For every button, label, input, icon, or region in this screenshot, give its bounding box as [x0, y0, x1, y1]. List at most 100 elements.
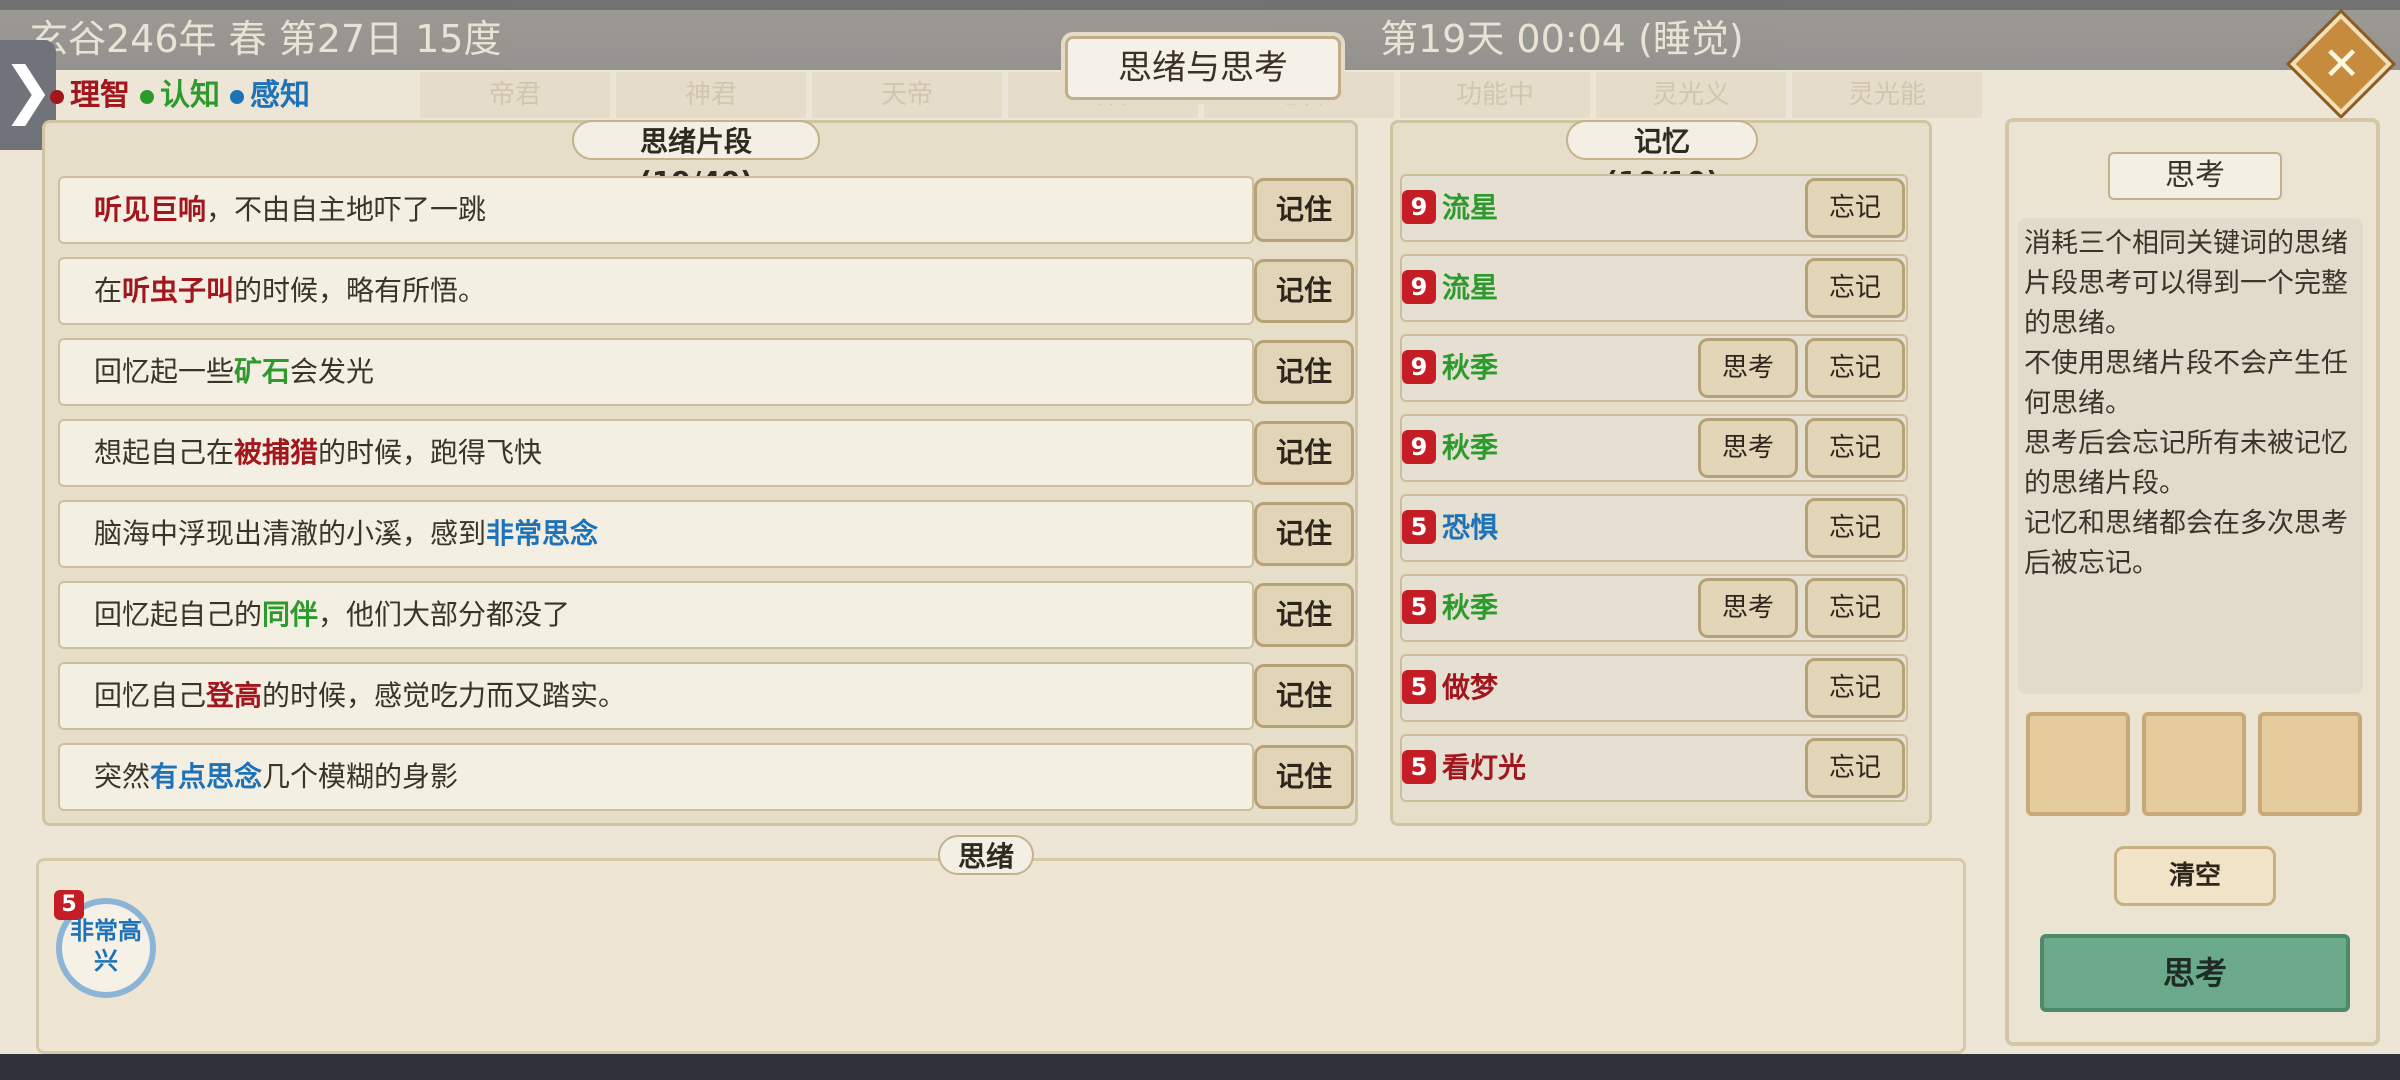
green-dot-icon — [140, 89, 154, 104]
close-icon: ✕ — [2322, 36, 2361, 91]
fragment-text: 突然有点思念几个模糊的身影 — [94, 743, 458, 811]
forget-button[interactable]: 忘记 — [1805, 498, 1905, 558]
clear-button[interactable]: 清空 — [2114, 846, 2276, 906]
memory-keyword: 做梦 — [1442, 671, 1499, 704]
description-line: 不使用思绪片段不会产生任何思绪。 — [2024, 348, 2348, 419]
memory-keyword: 秋季 — [1442, 351, 1499, 384]
thought-item[interactable]: 5 非常高兴 — [54, 890, 156, 998]
memory-level-badge: 5 — [1402, 590, 1436, 624]
remember-button[interactable]: 记住 — [1254, 745, 1354, 809]
hud-time: 第19天 00:04 (睡觉) — [1380, 17, 1744, 61]
blue-dot-icon — [230, 89, 244, 104]
fragment-keyword: 听虫子叫 — [122, 274, 235, 307]
forget-button[interactable]: 忘记 — [1805, 738, 1905, 798]
forget-button[interactable]: 忘记 — [1805, 658, 1905, 718]
remember-button[interactable]: 记住 — [1254, 583, 1354, 647]
ghost-tab: 功能中 — [1400, 72, 1590, 118]
memory-level-badge: 5 — [1402, 670, 1436, 704]
fragment-keyword: 登高 — [206, 679, 263, 712]
fragment-text: 回忆自己登高的时候，感觉吃力而又踏实。 — [94, 662, 626, 730]
fragment-text: 听见巨响，不由自主地吓了一跳 — [94, 176, 486, 244]
memory-row: 9 秋季 思考 忘记 — [1400, 334, 1908, 402]
forget-button[interactable]: 忘记 — [1805, 338, 1905, 398]
think-panel-title: 思考 — [2108, 152, 2282, 200]
forget-button[interactable]: 忘记 — [1805, 578, 1905, 638]
fragment-keyword: 矿石 — [234, 355, 291, 388]
fragment-text: 想起自己在被捕猎的时候，跑得飞快 — [94, 419, 542, 487]
memory-row: 5 做梦 忘记 — [1400, 654, 1908, 722]
fragment-keyword: 非常思念 — [486, 517, 599, 550]
memory-keyword: 看灯光 — [1442, 751, 1527, 784]
memory-level-badge: 5 — [1402, 750, 1436, 784]
fragment-post: 的时候，跑得飞快 — [318, 436, 543, 469]
chevron-right-icon: ❯ — [2, 53, 54, 126]
fragment-row: 回忆起自己的同伴，他们大部分都没了 记住 — [58, 581, 1354, 649]
description-line: 消耗三个相同关键词的思绪片段思考可以得到一个完整的思绪。 — [2024, 228, 2348, 339]
legend-label: 认知 — [160, 78, 220, 113]
fragment-keyword: 同伴 — [262, 598, 319, 631]
hud-date: 玄谷246年 春 第27日 15度 — [30, 17, 502, 61]
fragment-row: 突然有点思念几个模糊的身影 记住 — [58, 743, 1354, 811]
fragment-text: 回忆起自己的同伴，他们大部分都没了 — [94, 581, 570, 649]
thoughts-panel — [36, 858, 1966, 1054]
memory-header: 记忆(10/10) — [1566, 120, 1758, 198]
ghost-tab: 神君 — [616, 72, 806, 118]
memory-level-badge: 9 — [1402, 350, 1436, 384]
memory-row: 5 看灯光 忘记 — [1400, 734, 1908, 802]
ghost-tab: 天帝 — [812, 72, 1002, 118]
legend-label: 理智 — [70, 78, 130, 113]
legend-item-reason: 理智 — [50, 70, 130, 114]
fragment-row: 在听虫子叫的时候，略有所悟。 记住 — [58, 257, 1354, 325]
forget-button[interactable]: 忘记 — [1805, 258, 1905, 318]
fragment-post: 的时候，略有所悟。 — [234, 274, 487, 307]
remember-button[interactable]: 记住 — [1254, 178, 1354, 242]
think-button[interactable]: 思考 — [2040, 934, 2350, 1012]
description-line: 思考后会忘记所有未被记忆的思绪片段。 — [2024, 428, 2348, 499]
fragment-row: 听见巨响，不由自主地吓了一跳 记住 — [58, 176, 1354, 244]
fragment-post: ，不由自主地吓了一跳 — [206, 193, 487, 226]
memory-keyword: 流星 — [1442, 191, 1499, 224]
fragment-post: 会发光 — [290, 355, 375, 388]
memory-keyword: 流星 — [1442, 271, 1499, 304]
memory-row: 5 秋季 思考 忘记 — [1400, 574, 1908, 642]
fragment-row: 脑海中浮现出清澈的小溪，感到非常思念 记住 — [58, 500, 1354, 568]
fragment-pre: 想起自己在 — [94, 436, 235, 469]
fragment-text: 脑海中浮现出清澈的小溪，感到非常思念 — [94, 500, 598, 568]
fragment-pre: 回忆起自己的 — [94, 598, 263, 631]
memory-level-badge: 5 — [1402, 510, 1436, 544]
memory-level-badge: 9 — [1402, 190, 1436, 224]
memory-keyword: 秋季 — [1442, 591, 1499, 624]
fragment-post: ，他们大部分都没了 — [318, 598, 571, 631]
memory-row: 9 流星 忘记 — [1400, 254, 1908, 322]
remember-button[interactable]: 记住 — [1254, 664, 1354, 728]
think-slot-1[interactable] — [2026, 712, 2130, 816]
remember-button[interactable]: 记住 — [1254, 502, 1354, 566]
remember-button[interactable]: 记住 — [1254, 421, 1354, 485]
memory-level-badge: 9 — [1402, 430, 1436, 464]
forget-button[interactable]: 忘记 — [1805, 418, 1905, 478]
fragment-row: 回忆自己登高的时候，感觉吃力而又踏实。 记住 — [58, 662, 1354, 730]
memory-row: 9 流星 忘记 — [1400, 174, 1908, 242]
memory-think-button[interactable]: 思考 — [1698, 338, 1798, 398]
memory-row: 9 秋季 思考 忘记 — [1400, 414, 1908, 482]
red-dot-icon — [50, 89, 64, 104]
thought-label: 非常高兴 — [70, 917, 142, 975]
memory-think-button[interactable]: 思考 — [1698, 578, 1798, 638]
fragment-row: 想起自己在被捕猎的时候，跑得飞快 记住 — [58, 419, 1354, 487]
memory-row: 5 恐惧 忘记 — [1400, 494, 1908, 562]
window-title: 思绪与思考 — [1065, 36, 1341, 100]
ghost-tab: 灵光义 — [1596, 72, 1786, 118]
thoughts-header: 思绪 — [938, 835, 1034, 875]
memory-keyword: 秋季 — [1442, 431, 1499, 464]
think-slot-3[interactable] — [2258, 712, 2362, 816]
memory-think-button[interactable]: 思考 — [1698, 418, 1798, 478]
legend-item-cognition: 认知 — [140, 70, 220, 114]
remember-button[interactable]: 记住 — [1254, 340, 1354, 404]
remember-button[interactable]: 记住 — [1254, 259, 1354, 323]
think-slot-2[interactable] — [2142, 712, 2246, 816]
fragment-keyword: 有点思念 — [150, 760, 263, 793]
forget-button[interactable]: 忘记 — [1805, 178, 1905, 238]
fragment-post: 的时候，感觉吃力而又踏实。 — [262, 679, 627, 712]
fragment-keyword: 被捕猎 — [234, 436, 319, 469]
legend-item-perception: 感知 — [230, 70, 310, 114]
